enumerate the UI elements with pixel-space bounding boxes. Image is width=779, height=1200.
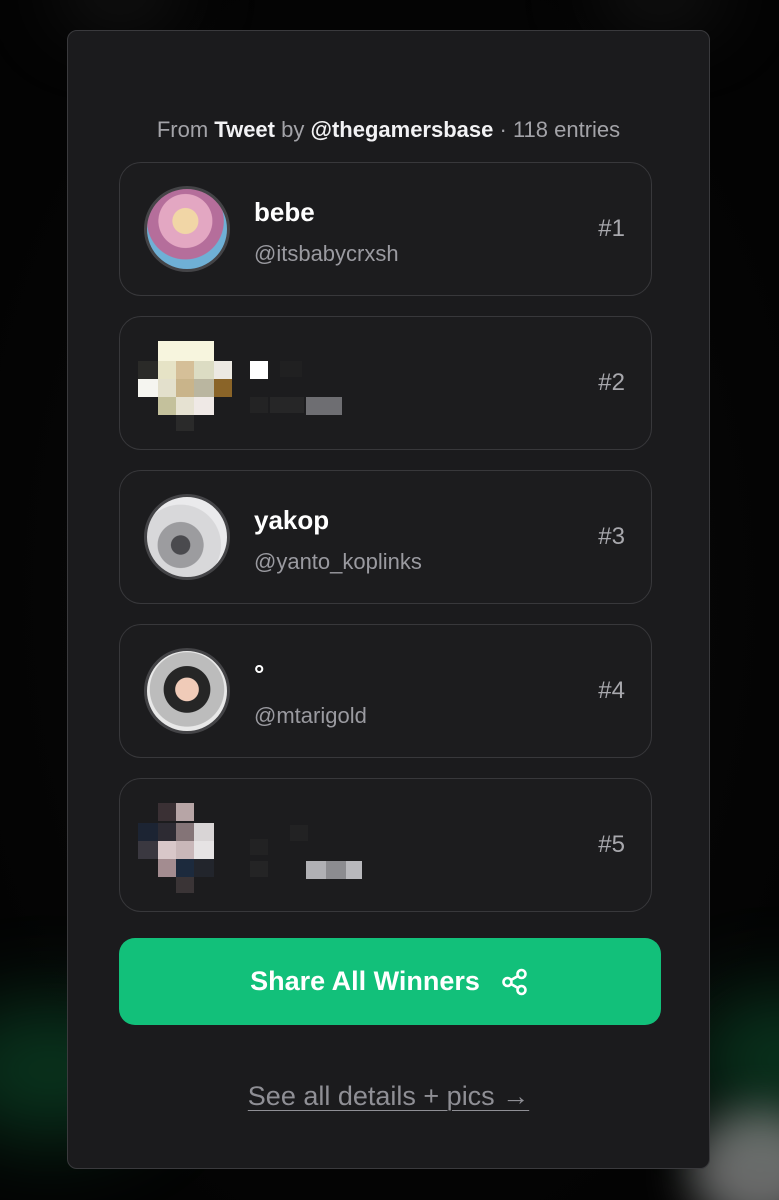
winner-row[interactable]: ° @mtarigold #4 bbox=[119, 624, 652, 758]
redacted-name bbox=[280, 361, 302, 377]
winner-rank: #4 bbox=[598, 677, 625, 704]
winner-rank: #5 bbox=[598, 831, 625, 858]
winner-handle: @itsbabycrxsh bbox=[254, 241, 399, 266]
winner-handle: @yanto_koplinks bbox=[254, 549, 422, 574]
redacted-handle bbox=[306, 861, 326, 879]
avatar bbox=[144, 186, 230, 272]
winner-name: bebe bbox=[254, 197, 315, 227]
redacted-handle bbox=[250, 861, 268, 877]
entries-count: 118 entries bbox=[512, 117, 621, 142]
winner-row[interactable]: yakop @yanto_koplinks #3 bbox=[119, 470, 652, 604]
winner-rank: #2 bbox=[598, 369, 625, 396]
redacted-name bbox=[290, 825, 308, 841]
source-prefix: From bbox=[156, 117, 209, 142]
redacted-handle bbox=[306, 397, 342, 415]
source-separator: · bbox=[499, 117, 507, 142]
share-all-winners-button[interactable]: Share All Winners bbox=[119, 938, 661, 1025]
source-account: @thegamersbase bbox=[310, 117, 494, 142]
redacted-handle bbox=[270, 397, 304, 413]
winner-rank: #3 bbox=[598, 523, 625, 550]
winner-name: ° bbox=[254, 659, 265, 689]
redacted-handle bbox=[346, 861, 362, 879]
source-platform: Tweet bbox=[214, 117, 275, 142]
winners-card: From Tweet by @thegamersbase · 118 entri… bbox=[67, 30, 710, 1169]
pixelated-avatar bbox=[138, 341, 234, 437]
redacted-handle bbox=[326, 861, 346, 879]
source-line: From Tweet by @thegamersbase · 118 entri… bbox=[68, 117, 709, 143]
background-glow bbox=[60, 0, 180, 20]
winner-name: yakop bbox=[254, 505, 330, 535]
winner-rank: #1 bbox=[598, 215, 625, 242]
background-glow bbox=[600, 0, 720, 20]
redacted-name bbox=[250, 839, 268, 855]
share-icon bbox=[500, 967, 530, 997]
avatar bbox=[144, 648, 230, 734]
details-container: See all details + pics → bbox=[68, 1081, 709, 1112]
redacted-handle bbox=[250, 397, 268, 413]
winner-row[interactable]: #5 bbox=[119, 778, 652, 912]
share-button-label: Share All Winners bbox=[250, 966, 480, 996]
winner-row[interactable]: #2 bbox=[119, 316, 652, 450]
redacted-name bbox=[250, 361, 268, 379]
pixelated-avatar bbox=[138, 803, 234, 899]
winner-row[interactable]: bebe @itsbabycrxsh #1 bbox=[119, 162, 652, 296]
source-by: by bbox=[281, 117, 305, 142]
see-all-details-link[interactable]: See all details + pics → bbox=[248, 1081, 529, 1111]
winner-handle: @mtarigold bbox=[254, 703, 367, 728]
avatar bbox=[144, 494, 230, 580]
